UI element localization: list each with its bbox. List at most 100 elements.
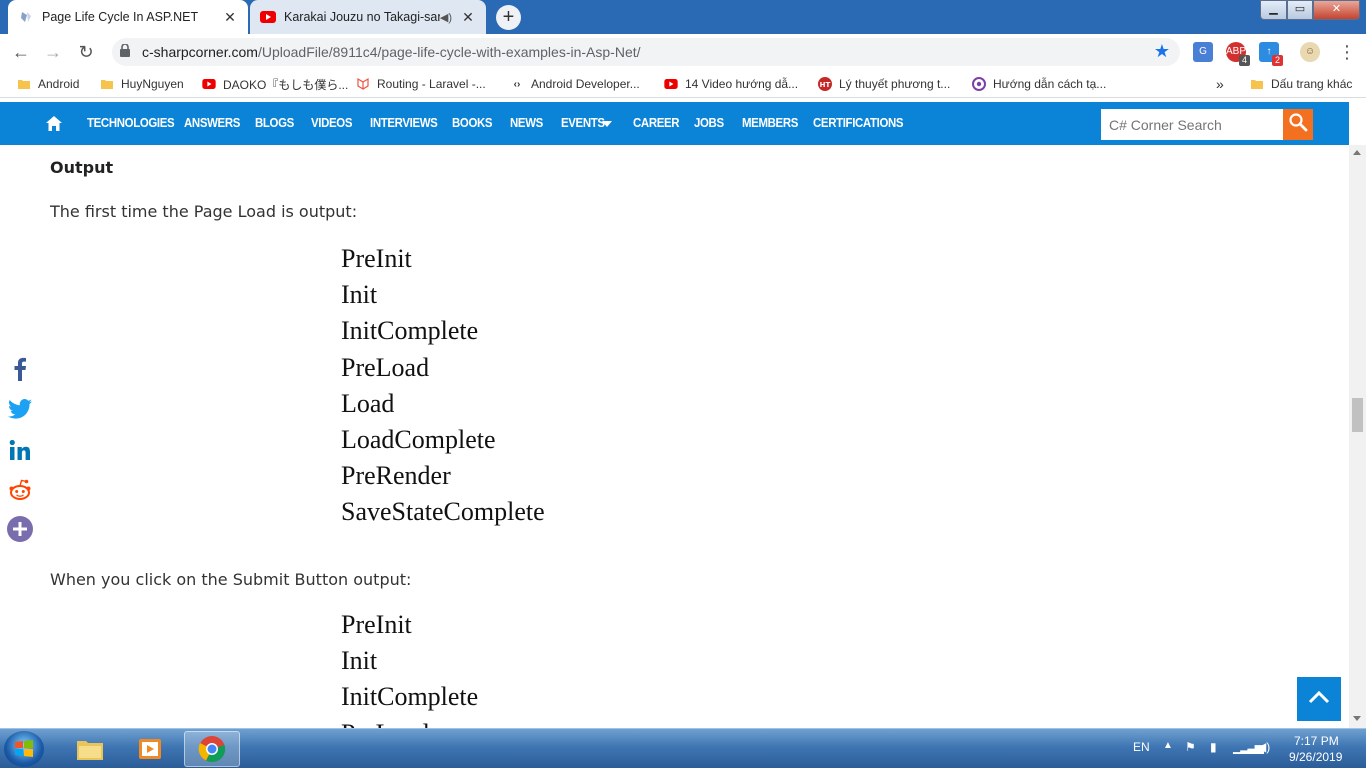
bookmark-item[interactable]: Routing - Laravel -... bbox=[355, 75, 486, 93]
site-search-input[interactable] bbox=[1101, 109, 1283, 140]
media-player-icon[interactable] bbox=[122, 731, 178, 767]
bookmarks-overflow-button[interactable]: » bbox=[1216, 75, 1224, 93]
windows-taskbar: EN ▲ ⚑ ▮ ▁▂▃▅ ◀) 7:17 PM 9/26/2019 bbox=[0, 728, 1366, 768]
list-item: InitComplete bbox=[341, 316, 479, 346]
nav-videos[interactable]: VIDEOS bbox=[311, 115, 352, 130]
svg-text:HT: HT bbox=[820, 81, 831, 89]
folder-icon bbox=[1249, 76, 1265, 92]
minimize-button[interactable]: ▁ bbox=[1260, 0, 1287, 20]
tab-page-life-cycle[interactable]: Page Life Cycle In ASP.NET ✕ bbox=[8, 0, 248, 34]
nav-career[interactable]: CAREER bbox=[633, 115, 680, 130]
maximize-button[interactable]: ▭ bbox=[1287, 0, 1313, 20]
first-intro-text: The first time the Page Load is output: bbox=[50, 202, 358, 221]
csharpcorner-favicon-icon bbox=[18, 9, 34, 25]
more-share-icon[interactable] bbox=[6, 515, 34, 543]
nav-members[interactable]: MEMBERS bbox=[742, 115, 798, 130]
article-content: Output The first time the Page Load is o… bbox=[0, 145, 1349, 728]
scroll-up-arrow-icon[interactable] bbox=[1353, 150, 1361, 155]
bookmark-item[interactable]: Android bbox=[16, 75, 79, 93]
nav-events[interactable]: EVENTS bbox=[561, 115, 605, 130]
nav-news[interactable]: NEWS bbox=[510, 115, 543, 130]
search-button[interactable] bbox=[1283, 109, 1313, 140]
ht-icon: HT bbox=[817, 76, 833, 92]
reddit-icon[interactable] bbox=[6, 476, 34, 504]
bookmark-label: Android Developer... bbox=[531, 77, 640, 91]
address-bar[interactable]: c-sharpcorner.com/UploadFile/8911c4/page… bbox=[112, 38, 1180, 66]
clock-date[interactable]: 9/26/2019 bbox=[1289, 750, 1342, 764]
chrome-menu-icon[interactable]: ⋮ bbox=[1338, 41, 1356, 63]
bookmark-label: Hướng dẫn cách tạ... bbox=[993, 77, 1107, 91]
lock-icon bbox=[120, 43, 134, 60]
home-icon[interactable] bbox=[45, 115, 63, 132]
show-hidden-icons-icon[interactable]: ▲ bbox=[1163, 740, 1173, 751]
scroll-thumb[interactable] bbox=[1352, 398, 1363, 432]
close-icon[interactable]: ✕ bbox=[222, 9, 238, 25]
bookmark-label: Dấu trang khác bbox=[1271, 77, 1353, 91]
reload-icon[interactable]: ↻ bbox=[75, 41, 97, 63]
volume-icon[interactable]: ◀) bbox=[1257, 740, 1270, 754]
new-tab-button[interactable]: + bbox=[496, 5, 521, 30]
tab-karakai[interactable]: Karakai Jouzu no Takagi-san ◀) ✕ bbox=[250, 0, 486, 34]
bookmark-label: Lý thuyết phương t... bbox=[839, 77, 951, 91]
twitter-icon[interactable] bbox=[6, 395, 34, 423]
code-icon: ‹› bbox=[513, 78, 521, 90]
action-center-flag-icon[interactable]: ⚑ bbox=[1185, 740, 1196, 754]
nav-jobs[interactable]: JOBS bbox=[694, 115, 724, 130]
bookmark-label: 14 Video hướng dẫ... bbox=[685, 77, 799, 91]
page-scrollbar[interactable] bbox=[1349, 145, 1366, 728]
laravel-icon bbox=[355, 76, 371, 92]
nav-technologies[interactable]: TECHNOLOGIES bbox=[87, 115, 175, 130]
bookmark-item[interactable]: 14 Video hướng dẫ... bbox=[663, 75, 798, 93]
browser-toolbar: ← → ↻ c-sharpcorner.com/UploadFile/8911c… bbox=[0, 34, 1366, 70]
list-item: PreLoad bbox=[341, 716, 478, 728]
back-icon[interactable]: ← bbox=[10, 41, 32, 63]
chevron-down-icon[interactable] bbox=[602, 121, 612, 127]
screen: Page Life Cycle In ASP.NET ✕ Karakai Jou… bbox=[0, 0, 1366, 768]
linkedin-icon[interactable] bbox=[6, 436, 34, 464]
file-explorer-icon[interactable] bbox=[62, 731, 118, 767]
list-item: LoadComplete bbox=[341, 425, 496, 455]
translate-icon[interactable]: G bbox=[1193, 42, 1213, 62]
forward-icon[interactable]: → bbox=[42, 41, 64, 63]
extension-blue-icon[interactable]: ↑ 2 bbox=[1259, 42, 1283, 66]
scroll-down-arrow-icon[interactable] bbox=[1353, 716, 1361, 721]
bookmark-item[interactable]: Hướng dẫn cách tạ... bbox=[971, 75, 1106, 93]
nav-certifications[interactable]: CERTIFICATIONS bbox=[813, 115, 904, 130]
close-icon[interactable]: ✕ bbox=[460, 9, 476, 25]
back-to-top-button[interactable] bbox=[1297, 677, 1341, 721]
chrome-taskbar-icon[interactable] bbox=[184, 731, 240, 767]
site-nav: TECHNOLOGIES ANSWERS BLOGS VIDEOS INTERV… bbox=[0, 102, 1349, 145]
folder-icon bbox=[99, 76, 115, 92]
nav-books[interactable]: BOOKS bbox=[452, 115, 493, 130]
search-icon bbox=[1288, 112, 1308, 137]
adblock-icon[interactable]: ABP 4 bbox=[1226, 42, 1250, 66]
list-item: SaveStateComplete bbox=[341, 497, 545, 527]
nav-interviews[interactable]: INTERVIEWS bbox=[370, 115, 438, 130]
bookmark-item[interactable]: DAOKO『もしも僕ら... bbox=[201, 75, 348, 93]
language-indicator[interactable]: EN bbox=[1133, 740, 1150, 754]
url-text: c-sharpcorner.com/UploadFile/8911c4/page… bbox=[142, 44, 641, 60]
list-item: InitComplete bbox=[341, 682, 479, 712]
other-bookmarks-button[interactable]: Dấu trang khác bbox=[1249, 75, 1352, 93]
nav-blogs[interactable]: BLOGS bbox=[255, 115, 294, 130]
profile-icon[interactable]: ☺ bbox=[1300, 42, 1320, 62]
windows-start-button[interactable] bbox=[4, 731, 44, 767]
bookmark-item[interactable]: HT Lý thuyết phương t... bbox=[817, 75, 950, 93]
speaker-icon[interactable]: ◀) bbox=[440, 11, 452, 24]
second-intro-text: When you click on the Submit Button outp… bbox=[50, 570, 412, 589]
tab-strip: Page Life Cycle In ASP.NET ✕ Karakai Jou… bbox=[0, 0, 1366, 34]
list-item: Load bbox=[341, 388, 395, 418]
window-close-button[interactable]: ✕ bbox=[1313, 0, 1360, 20]
bookmark-label: HuyNguyen bbox=[121, 77, 184, 91]
facebook-icon[interactable] bbox=[6, 355, 34, 383]
power-icon[interactable]: ▮ bbox=[1210, 740, 1217, 754]
bookmark-item[interactable]: HuyNguyen bbox=[99, 75, 184, 93]
second-output-list: PreInit Init InitComplete PreLoad bbox=[341, 607, 478, 728]
list-item: PreRender bbox=[341, 461, 451, 491]
list-item: Init bbox=[341, 280, 378, 310]
bookmark-star-icon[interactable]: ★ bbox=[1154, 41, 1170, 62]
bookmarks-bar: Android HuyNguyen DAOKO『もしも僕ら... Routing… bbox=[0, 70, 1366, 98]
nav-answers[interactable]: ANSWERS bbox=[184, 115, 240, 130]
bookmark-item[interactable]: ‹› Android Developer... bbox=[509, 75, 640, 93]
clock-time[interactable]: 7:17 PM bbox=[1294, 734, 1339, 748]
